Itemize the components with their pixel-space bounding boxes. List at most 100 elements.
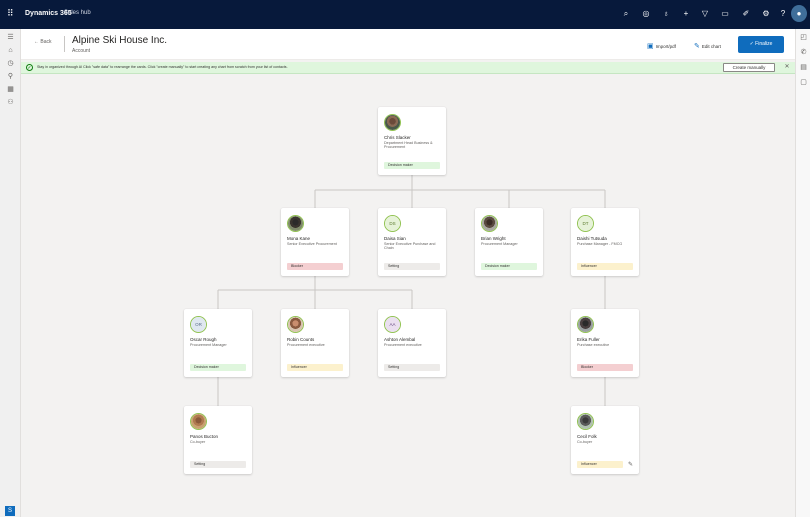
filter-icon[interactable]: ▽ (700, 9, 710, 19)
card-name: Ashton Alembal (384, 337, 416, 342)
avatar-initials: AA (385, 317, 400, 332)
command-bar: ← Back Alpine Ski House Inc. Account ▣ Im… (21, 29, 795, 60)
divider (64, 36, 65, 52)
avatar-initials: DS (385, 216, 400, 231)
card-name: Cecil Folk (577, 434, 597, 439)
area-switcher-icon[interactable]: S (5, 506, 15, 516)
avatar (481, 215, 498, 232)
phone-icon[interactable]: ✆ (799, 48, 808, 57)
avatar (287, 215, 304, 232)
status-badge: Influencer (287, 364, 343, 371)
status-badge: Decision maker (190, 364, 246, 371)
add-icon[interactable]: + (681, 9, 691, 19)
close-icon[interactable]: ✕ (783, 63, 791, 72)
import-icon: ▣ (647, 43, 654, 50)
org-card[interactable]: Robin Counts Procurement executive Influ… (281, 309, 349, 377)
card-role: Procurement executive (287, 343, 325, 347)
card-role: Co-buyer (577, 440, 593, 444)
edit-chart-button[interactable]: ✎ Edit chart (694, 42, 721, 50)
avatar (287, 316, 304, 333)
avatar-initials: OR (191, 317, 206, 332)
org-card[interactable]: DS Daisa Sian Senior Executive Purchase … (378, 208, 446, 276)
import-label: Import/pdf (655, 44, 676, 49)
status-badge: Blocker (287, 263, 343, 270)
copilot-icon[interactable]: ◰ (799, 33, 808, 42)
create-manually-button[interactable]: Create manually (723, 63, 775, 72)
org-card[interactable]: Mona Kane Senior Executive Procurement B… (281, 208, 349, 276)
card-role: Department Head Business & Procurement (384, 141, 433, 150)
org-card[interactable]: Erika Fuller Purchase executive Blocker (571, 309, 639, 377)
card-name: Panos Bucton (190, 434, 219, 439)
card-name: Robin Counts (287, 337, 315, 342)
org-card[interactable]: Cecil Folk Co-buyer Influencer ✎ (571, 406, 639, 474)
avatar (384, 114, 401, 131)
card-name: Brian Wright (481, 236, 506, 241)
home-icon[interactable]: ⌂ (6, 46, 15, 55)
pinned-icon[interactable]: ⚲ (6, 72, 15, 81)
status-badge: Setting (384, 263, 440, 270)
finalize-button[interactable]: ✓ Finalize (738, 36, 784, 53)
org-card[interactable]: AA Ashton Alembal Procurement executive … (378, 309, 446, 377)
card-name: Daishi Tutsuda (577, 236, 607, 241)
org-card[interactable]: Brian Wright Procurement Manager Decisio… (475, 208, 543, 276)
notes-icon[interactable]: ▤ (799, 63, 808, 72)
card-role: Procurement Manager (190, 343, 227, 347)
card-role: Purchase Manager - FMCG (577, 242, 623, 246)
card-name: Chris Slacker (384, 135, 411, 140)
question-icon[interactable]: ? (778, 9, 788, 19)
import-button[interactable]: ▣ Import/pdf (647, 42, 676, 50)
org-card[interactable]: Panos Bucton Co-buyer Setting (184, 406, 252, 474)
avatar (577, 316, 594, 333)
avatar: AA (384, 316, 401, 333)
left-nav-rail: ☰ ⌂ ◷ ⚲ ▦ ⚇ S (0, 29, 21, 517)
edit-chart-label: Edit chart (701, 44, 721, 49)
menu-icon[interactable]: ☰ (6, 33, 15, 42)
org-card[interactable]: Chris Slacker Department Head Business &… (378, 107, 446, 175)
status-badge: Blocker (577, 364, 633, 371)
lightbulb-icon[interactable]: ♁ (661, 9, 671, 19)
org-card[interactable]: OR Oscar Rough Procurement Manager Decis… (184, 309, 252, 377)
page-subtitle: Account (72, 48, 91, 54)
avatar-initials: DT (578, 216, 593, 231)
avatar: OR (190, 316, 207, 333)
chat-icon[interactable]: ▭ (720, 9, 730, 19)
avatar: DS (384, 215, 401, 232)
status-badge: Influencer (577, 461, 623, 468)
app-name[interactable]: Sales hub (64, 10, 91, 16)
info-text: Stay in organized through AI Click "safe… (37, 65, 288, 69)
card-name: Oscar Rough (190, 337, 217, 342)
help-icon[interactable]: ✐ (741, 9, 751, 19)
panel-icon[interactable]: ▢ (799, 78, 808, 87)
accounts-icon[interactable]: ▦ (6, 85, 15, 94)
card-name: Daisa Sian (384, 236, 406, 241)
edit-card-icon[interactable]: ✎ (628, 461, 633, 468)
settings-icon[interactable]: ⚙ (761, 9, 771, 19)
card-role: Procurement executive (384, 343, 422, 347)
right-side-rail: ◰ ✆ ▤ ▢ (795, 29, 810, 517)
assistant-icon[interactable]: ◎ (641, 9, 651, 19)
contacts-icon[interactable]: ⚇ (6, 98, 15, 107)
user-avatar[interactable]: ● (791, 5, 807, 22)
pencil-icon: ✎ (694, 43, 700, 50)
avatar: DT (577, 215, 594, 232)
info-banner: ✓ Stay in organized through AI Click "sa… (21, 62, 795, 74)
info-check-icon: ✓ (26, 64, 33, 71)
avatar (577, 413, 594, 430)
back-button[interactable]: ← Back (34, 39, 52, 45)
recent-icon[interactable]: ◷ (6, 59, 15, 68)
card-role: Co-buyer (190, 440, 206, 444)
org-card[interactable]: DT Daishi Tutsuda Purchase Manager - FMC… (571, 208, 639, 276)
card-name: Mona Kane (287, 236, 311, 241)
page-title: Alpine Ski House Inc. (72, 35, 168, 46)
status-badge: Influencer (577, 263, 633, 270)
status-badge: Setting (190, 461, 246, 468)
card-name: Erika Fuller (577, 337, 600, 342)
status-badge: Decision maker (481, 263, 537, 270)
card-role: Senior Executive Purchase and Chain (384, 242, 436, 251)
status-badge: Decision maker (384, 162, 440, 169)
avatar (190, 413, 207, 430)
app-launcher-icon[interactable]: ⠿ (7, 9, 16, 18)
card-role: Purchase executive (577, 343, 610, 347)
search-icon[interactable]: ⌕ (621, 9, 631, 19)
top-nav-bar: ⠿ Dynamics 365 Sales hub ⌕ ◎ ♁ + ▽ ▭ ✐ ⚙… (0, 0, 810, 29)
